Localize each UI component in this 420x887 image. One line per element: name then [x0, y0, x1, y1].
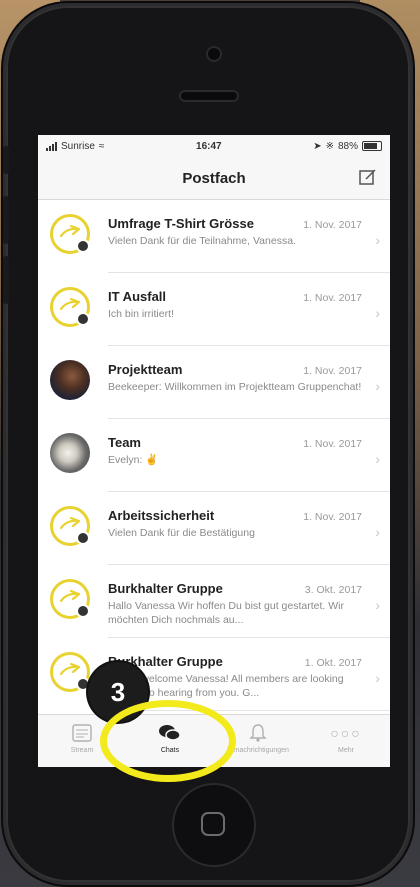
- chat-name: Team: [108, 435, 141, 450]
- chat-date: 1. Nov. 2017: [303, 365, 362, 377]
- avatar-photo: [50, 433, 90, 473]
- chat-preview: Ich bin irritiert!: [108, 308, 174, 320]
- battery-icon: [362, 141, 382, 151]
- page-title: Postfach: [182, 169, 246, 187]
- tab-label: Stream: [70, 747, 94, 754]
- group-badge-icon: [76, 239, 90, 253]
- group-badge-icon: [76, 604, 90, 618]
- chat-date: 1. Nov. 2017: [303, 219, 362, 231]
- bluetooth-icon: ※: [325, 140, 334, 152]
- chat-content: Team 1. Nov. 2017 Evelyn: ✌: [108, 435, 362, 467]
- volume-down-button: [3, 256, 9, 304]
- group-badge-icon: [76, 312, 90, 326]
- mute-switch: [3, 146, 9, 174]
- more-dots-icon: ○○○: [330, 725, 362, 741]
- chat-content: Arbeitssicherheit 1. Nov. 2017 Vielen Dank…: [108, 508, 362, 540]
- chevron-right-icon: ›: [375, 524, 380, 540]
- chevron-right-icon: ›: [375, 670, 380, 686]
- compose-icon[interactable]: [358, 167, 378, 187]
- status-bar: Sunrise ≈ 16:47 ➤ ※ 88%: [38, 135, 390, 157]
- group-avatar-logo-icon: [50, 579, 90, 619]
- chat-preview: Vielen Dank für die Teilnahme, Vanessa.: [108, 235, 296, 247]
- chat-preview: Hallo Vanessa Wir hoffen Du bist gut ges…: [108, 600, 344, 626]
- group-badge-icon: [76, 531, 90, 545]
- chat-date: 1. Nov. 2017: [303, 511, 362, 523]
- chat-row[interactable]: Umfrage T-Shirt Grösse 1. Nov. 2017 Vielen…: [38, 200, 390, 273]
- chat-row[interactable]: Arbeitssicherheit 1. Nov. 2017 Vielen Dank…: [38, 492, 390, 565]
- chat-date: 1. Nov. 2017: [303, 438, 362, 450]
- chat-date: 1. Okt. 2017: [304, 657, 362, 669]
- bell-icon: [249, 724, 267, 742]
- chat-row[interactable]: Projektteam 1. Nov. 2017 Beekeeper: Willko…: [38, 346, 390, 419]
- battery-percent: 88%: [337, 140, 358, 152]
- tab-label: Mehr: [338, 747, 354, 754]
- group-avatar-logo-icon: [50, 287, 90, 327]
- chat-preview: Beekeeper: Willkommen im Projektteam Gru…: [108, 381, 362, 393]
- signal-icon: [46, 141, 57, 151]
- front-camera: [208, 48, 220, 60]
- chat-content: Umfrage T-Shirt Grösse 1. Nov. 2017 Vielen…: [108, 216, 362, 248]
- volume-up-button: [3, 196, 9, 244]
- nav-bar: Postfach: [38, 157, 390, 200]
- chevron-right-icon: ›: [375, 597, 380, 613]
- chat-name: IT Ausfall: [108, 289, 167, 304]
- status-time: 16:47: [196, 140, 222, 152]
- chevron-right-icon: ›: [375, 451, 380, 467]
- chat-name: Umfrage T-Shirt Grösse: [108, 216, 254, 231]
- group-avatar-logo-icon: [50, 652, 90, 692]
- wifi-icon: ≈: [98, 140, 105, 152]
- chat-name: Arbeitssicherheit: [108, 508, 215, 523]
- carrier-label: Sunrise: [61, 140, 95, 152]
- location-icon: ➤: [313, 140, 322, 152]
- group-avatar-logo-icon: [50, 506, 90, 546]
- chat-row[interactable]: Team 1. Nov. 2017 Evelyn: ✌ ›: [38, 419, 390, 492]
- chat-name: Burkhalter Gruppe: [108, 581, 223, 596]
- chat-preview: Evelyn: ✌: [108, 454, 159, 466]
- chat-row[interactable]: Burkhalter Gruppe 3. Okt. 2017 Hallo Vanes…: [38, 565, 390, 638]
- chevron-right-icon: ›: [375, 378, 380, 394]
- chat-date: 1. Nov. 2017: [303, 292, 362, 304]
- highlight-circle: [100, 700, 236, 782]
- chevron-right-icon: ›: [375, 305, 380, 321]
- chevron-right-icon: ›: [375, 232, 380, 248]
- chat-name: Projektteam: [108, 362, 183, 377]
- chat-date: 3. Okt. 2017: [304, 584, 362, 596]
- chat-content: IT Ausfall 1. Nov. 2017 Ich bin irritiert!: [108, 289, 362, 321]
- chat-content: Burkhalter Gruppe 3. Okt. 2017 Hallo Vanes…: [108, 581, 362, 627]
- tab-label: Benachrichtigungen: [227, 747, 289, 754]
- home-button[interactable]: [174, 785, 254, 865]
- chat-content: Projektteam 1. Nov. 2017 Beekeeper: Willko…: [108, 362, 362, 394]
- chat-row[interactable]: IT Ausfall 1. Nov. 2017 Ich bin irritiert!…: [38, 273, 390, 346]
- stream-icon: [72, 724, 92, 742]
- tab-more[interactable]: ○○○ Mehr: [302, 715, 390, 767]
- chat-preview: Vielen Dank für die Bestätigung: [108, 527, 255, 539]
- avatar-photo: [50, 360, 90, 400]
- group-avatar-logo-icon: [50, 214, 90, 254]
- chat-list: Umfrage T-Shirt Grösse 1. Nov. 2017 Vielen…: [38, 200, 390, 711]
- earpiece-speaker: [181, 92, 237, 100]
- app-screen: Sunrise ≈ 16:47 ➤ ※ 88% Postfach Umfrage…: [38, 135, 390, 767]
